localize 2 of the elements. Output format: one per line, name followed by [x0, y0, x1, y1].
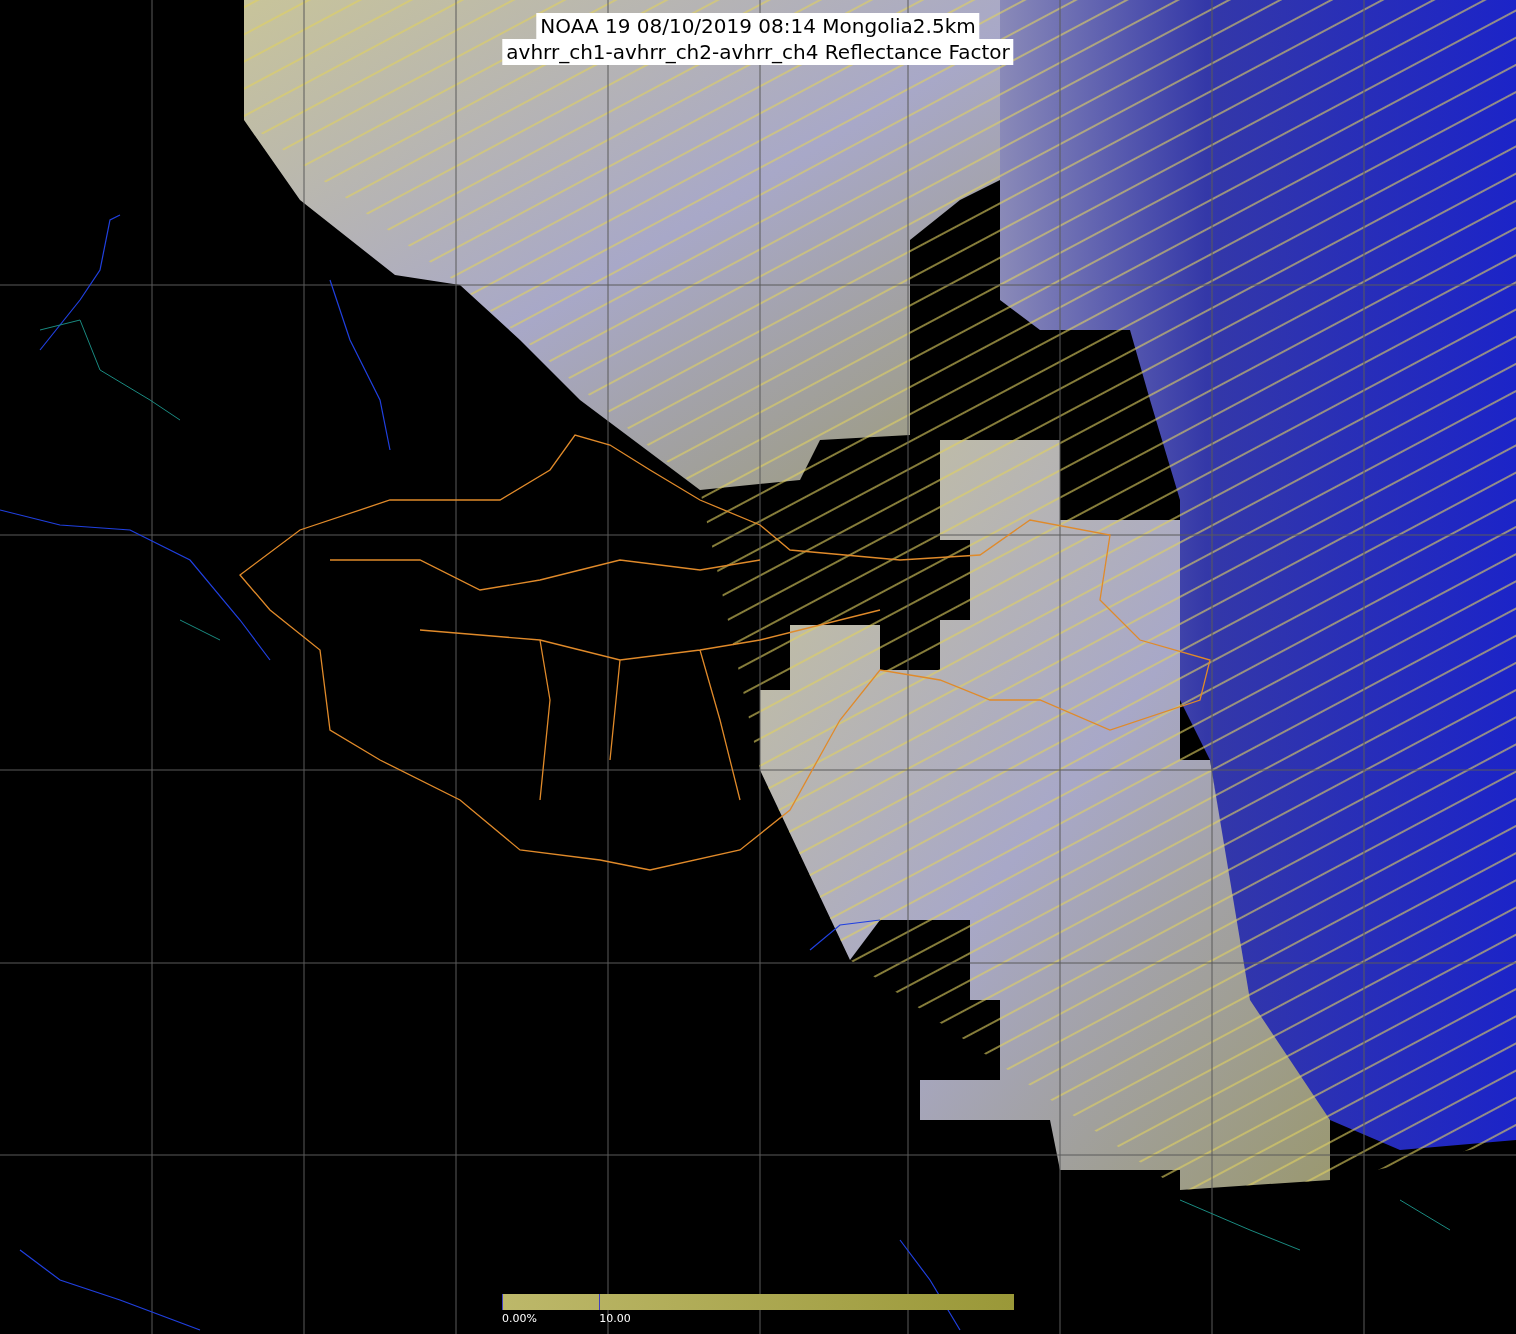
colorbar-tick-label: 0.00% — [502, 1312, 537, 1325]
colorbar-tick-label: 10.00 — [599, 1312, 631, 1325]
